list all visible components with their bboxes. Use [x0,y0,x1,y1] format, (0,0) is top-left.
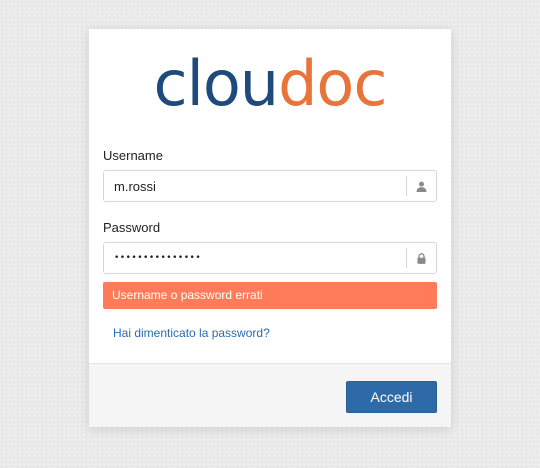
username-addon [406,176,436,196]
login-button[interactable]: Accedi [346,381,437,413]
password-addon [406,248,436,268]
cloudoc-logo: cloudoc [154,49,388,119]
error-banner: Username o password errati [103,282,437,309]
login-card: cloudoc Username Password Usern [89,29,451,427]
forgot-password-link[interactable]: Hai dimenticato la password? [113,326,270,340]
page-background: cloudoc Username Password Usern [0,0,540,468]
svg-text:cloudoc: cloudoc [154,49,387,119]
username-label: Username [103,148,163,163]
password-label: Password [103,220,161,235]
username-field [103,170,437,202]
logo-text-primary: clou [154,49,279,119]
user-icon [416,181,427,192]
username-input[interactable] [104,171,406,201]
password-input[interactable] [104,243,406,273]
password-field [103,242,437,274]
logo-text-accent: doc [278,49,386,119]
card-footer: Accedi [89,363,451,427]
lock-icon [417,252,426,264]
